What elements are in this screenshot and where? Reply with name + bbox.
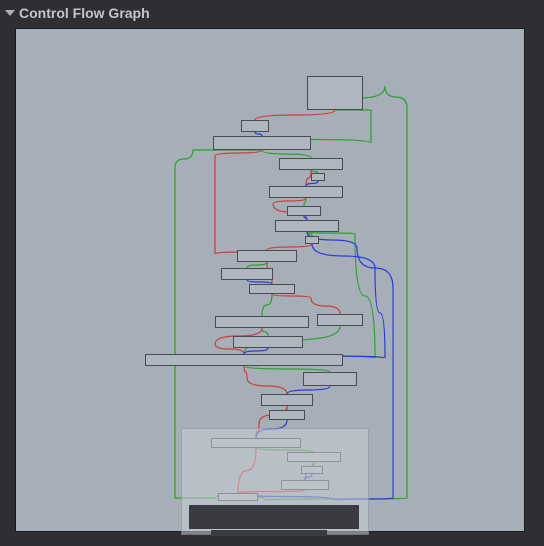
minimap-content-bar bbox=[189, 505, 359, 529]
cfg-node[interactable] bbox=[279, 158, 343, 170]
panel-header[interactable]: Control Flow Graph bbox=[3, 2, 541, 24]
cfg-edge bbox=[262, 328, 268, 336]
cfg-node[interactable] bbox=[317, 314, 363, 326]
cfg-edge bbox=[262, 294, 272, 316]
cfg-edge bbox=[255, 110, 335, 120]
cfg-edge bbox=[215, 150, 267, 254]
cfg-edge bbox=[244, 366, 287, 394]
cfg-node[interactable] bbox=[145, 354, 343, 366]
cfg-footer-node bbox=[211, 530, 327, 536]
cfg-node[interactable] bbox=[311, 173, 325, 181]
cfg-node[interactable] bbox=[269, 410, 305, 420]
cfg-node[interactable] bbox=[305, 236, 319, 244]
cfg-node[interactable] bbox=[307, 76, 363, 110]
cfg-node[interactable] bbox=[287, 206, 321, 216]
cfg-node[interactable] bbox=[261, 394, 313, 406]
cfg-node[interactable] bbox=[249, 284, 295, 294]
cfg-node[interactable] bbox=[241, 120, 269, 132]
cfg-edge bbox=[287, 386, 330, 394]
cfg-node[interactable] bbox=[303, 372, 357, 386]
panel-title: Control Flow Graph bbox=[19, 5, 150, 21]
cfg-node[interactable] bbox=[215, 316, 309, 328]
cfg-node[interactable] bbox=[269, 186, 343, 198]
cfg-node[interactable] bbox=[221, 268, 273, 280]
collapse-triangle-icon[interactable] bbox=[5, 10, 15, 16]
cfg-node[interactable] bbox=[275, 220, 339, 232]
cfg-node[interactable] bbox=[237, 250, 297, 262]
cfg-node[interactable] bbox=[233, 336, 303, 348]
cfg-edge bbox=[262, 150, 311, 158]
cfg-edge bbox=[304, 198, 306, 206]
cfg-edge bbox=[272, 294, 340, 314]
cfg-node[interactable] bbox=[213, 136, 311, 150]
cfg-canvas[interactable] bbox=[15, 28, 525, 532]
